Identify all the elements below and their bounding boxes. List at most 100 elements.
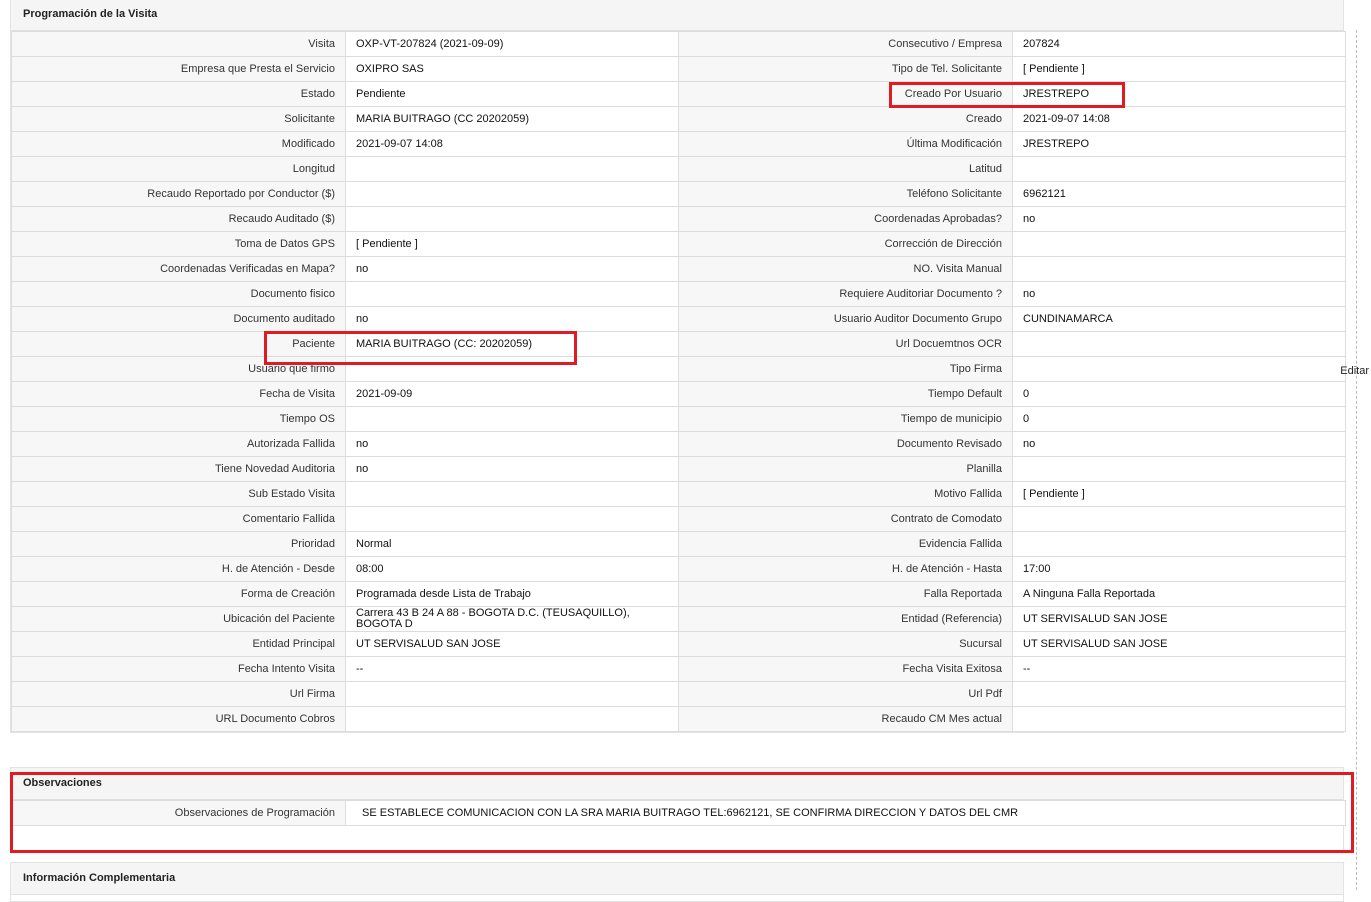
field-label: Creado Por Usuario bbox=[678, 81, 1013, 107]
field-label: Modificado bbox=[11, 131, 346, 157]
field-value: 6962121 bbox=[1012, 181, 1346, 207]
field-label: Ubicación del Paciente bbox=[11, 606, 346, 632]
field-label: Tipo de Tel. Solicitante bbox=[678, 56, 1013, 82]
field-label: Entidad Principal bbox=[11, 631, 346, 657]
informacion-title: Información Complementaria bbox=[11, 863, 1343, 895]
table-row: Entidad Principal UT SERVISALUD SAN JOSE S… bbox=[11, 631, 1346, 657]
table-row: Recaudo Reportado por Conductor ($) Teléf… bbox=[11, 181, 1346, 207]
field-value bbox=[1012, 506, 1346, 532]
programacion-panel: Programación de la Visita Visita OXP-VT-2… bbox=[10, 0, 1346, 733]
table-row: Visita OXP-VT-207824 (2021-09-09) Consecut… bbox=[11, 31, 1346, 57]
field-label: Motivo Fallida bbox=[678, 481, 1013, 507]
field-value bbox=[345, 506, 679, 532]
field-label: Estado bbox=[11, 81, 346, 107]
field-label: H. de Atención - Desde bbox=[11, 556, 346, 582]
field-value bbox=[345, 206, 679, 232]
observaciones-value: SE ESTABLECE COMUNICACION CON LA SRA MAR… bbox=[345, 800, 1346, 826]
field-label: Usuario Auditor Documento Grupo bbox=[678, 306, 1013, 332]
field-value: 2021-09-07 14:08 bbox=[1012, 106, 1346, 132]
table-row: Empresa que Presta el Servicio OXIPRO SAS… bbox=[11, 56, 1346, 82]
field-value bbox=[345, 181, 679, 207]
field-value bbox=[1012, 231, 1346, 257]
field-label: Planilla bbox=[678, 456, 1013, 482]
field-label: Prioridad bbox=[11, 531, 346, 557]
field-value: 17:00 bbox=[1012, 556, 1346, 582]
table-row: Tiempo OS Tiempo de municipio 0 bbox=[11, 406, 1346, 432]
field-value: [ Pendiente ] bbox=[1012, 56, 1346, 82]
table-row: Autorizada Fallida no Documento Revisado … bbox=[11, 431, 1346, 457]
field-label: Solicitante bbox=[11, 106, 346, 132]
field-value bbox=[345, 406, 679, 432]
field-label: Teléfono Solicitante bbox=[678, 181, 1013, 207]
field-value: UT SERVISALUD SAN JOSE bbox=[1012, 631, 1346, 657]
field-value: no bbox=[345, 306, 679, 332]
field-label: Sub Estado Visita bbox=[11, 481, 346, 507]
field-value: -- bbox=[345, 656, 679, 682]
field-value bbox=[1012, 356, 1346, 382]
field-label: Visita bbox=[11, 31, 346, 57]
field-value bbox=[345, 156, 679, 182]
field-label: Documento fisico bbox=[11, 281, 346, 307]
field-value: Normal bbox=[345, 531, 679, 557]
field-value: 08:00 bbox=[345, 556, 679, 582]
edit-link[interactable]: Editar bbox=[1340, 365, 1369, 377]
programacion-title: Programación de la Visita bbox=[11, 0, 1343, 31]
table-row: Documento fisico Requiere Auditoriar Docu… bbox=[11, 281, 1346, 307]
observaciones-title: Observaciones bbox=[11, 768, 1343, 800]
field-label: Paciente bbox=[11, 331, 346, 357]
programacion-rows: Visita OXP-VT-207824 (2021-09-09) Consecut… bbox=[11, 31, 1346, 732]
field-value bbox=[1012, 706, 1346, 732]
field-value: 207824 bbox=[1012, 31, 1346, 57]
table-row: Ubicación del Paciente Carrera 43 B 24 A … bbox=[11, 606, 1346, 632]
field-value bbox=[1012, 681, 1346, 707]
field-label: Requiere Auditoriar Documento ? bbox=[678, 281, 1013, 307]
field-value bbox=[1012, 456, 1346, 482]
table-row: Estado Pendiente Creado Por Usuario JRESTRE… bbox=[11, 81, 1346, 107]
field-label: Última Modificación bbox=[678, 131, 1013, 157]
field-label: Fecha Visita Exitosa bbox=[678, 656, 1013, 682]
table-row: Observaciones de Programación SE ESTABLE… bbox=[11, 800, 1346, 826]
table-row: Fecha de Visita 2021-09-09 Tiempo Default… bbox=[11, 381, 1346, 407]
field-label: Corrección de Dirección bbox=[678, 231, 1013, 257]
field-label: Coordenadas Aprobadas? bbox=[678, 206, 1013, 232]
observaciones-table: Observaciones de Programación SE ESTABLE… bbox=[11, 800, 1346, 826]
field-label: Url Docuemtnos OCR bbox=[678, 331, 1013, 357]
table-row: Url Firma Url Pdf bbox=[11, 681, 1346, 707]
field-value bbox=[1012, 256, 1346, 282]
field-label: Falla Reportada bbox=[678, 581, 1013, 607]
field-label: Fecha Intento Visita bbox=[11, 656, 346, 682]
field-label: Tiempo OS bbox=[11, 406, 346, 432]
field-value: CUNDINAMARCA bbox=[1012, 306, 1346, 332]
table-row: Recaudo Auditado ($) Coordenadas Aprobada… bbox=[11, 206, 1346, 232]
field-label: Recaudo CM Mes actual bbox=[678, 706, 1013, 732]
field-value: OXIPRO SAS bbox=[345, 56, 679, 82]
field-value: MARIA BUITRAGO (CC: 20202059) bbox=[345, 331, 679, 357]
field-label: Tiempo Default bbox=[678, 381, 1013, 407]
field-value bbox=[345, 356, 679, 382]
field-label: Documento auditado bbox=[11, 306, 346, 332]
table-row: Prioridad Normal Evidencia Fallida bbox=[11, 531, 1346, 557]
table-row: Toma de Datos GPS[ Pendiente ] Corrección… bbox=[11, 231, 1346, 257]
field-value: Programada desde Lista de Trabajo bbox=[345, 581, 679, 607]
field-value: -- bbox=[1012, 656, 1346, 682]
field-label: H. de Atención - Hasta bbox=[678, 556, 1013, 582]
field-label: Forma de Creación bbox=[11, 581, 346, 607]
field-value bbox=[1012, 331, 1346, 357]
observaciones-panel: Observaciones Observaciones de Programac… bbox=[10, 767, 1346, 853]
field-label: Autorizada Fallida bbox=[11, 431, 346, 457]
table-row: Coordenadas Verificadas en Mapa? no NO. V… bbox=[11, 256, 1346, 282]
field-label: Recaudo Auditado ($) bbox=[11, 206, 346, 232]
field-value: Pendiente bbox=[345, 81, 679, 107]
table-row: Longitud Latitud bbox=[11, 156, 1346, 182]
field-label: Longitud bbox=[11, 156, 346, 182]
field-value bbox=[1012, 531, 1346, 557]
field-value bbox=[345, 706, 679, 732]
field-value: JRESTREPO bbox=[1012, 131, 1346, 157]
field-value: OXP-VT-207824 (2021-09-09) bbox=[345, 31, 679, 57]
field-label: Empresa que Presta el Servicio bbox=[11, 56, 346, 82]
table-row: Solicitante MARIA BUITRAGO (CC 20202059) C… bbox=[11, 106, 1346, 132]
field-value: no bbox=[345, 431, 679, 457]
table-row: Forma de Creación Programada desde Lista … bbox=[11, 581, 1346, 607]
field-value: no bbox=[345, 456, 679, 482]
field-value: UT SERVISALUD SAN JOSE bbox=[1012, 606, 1346, 632]
